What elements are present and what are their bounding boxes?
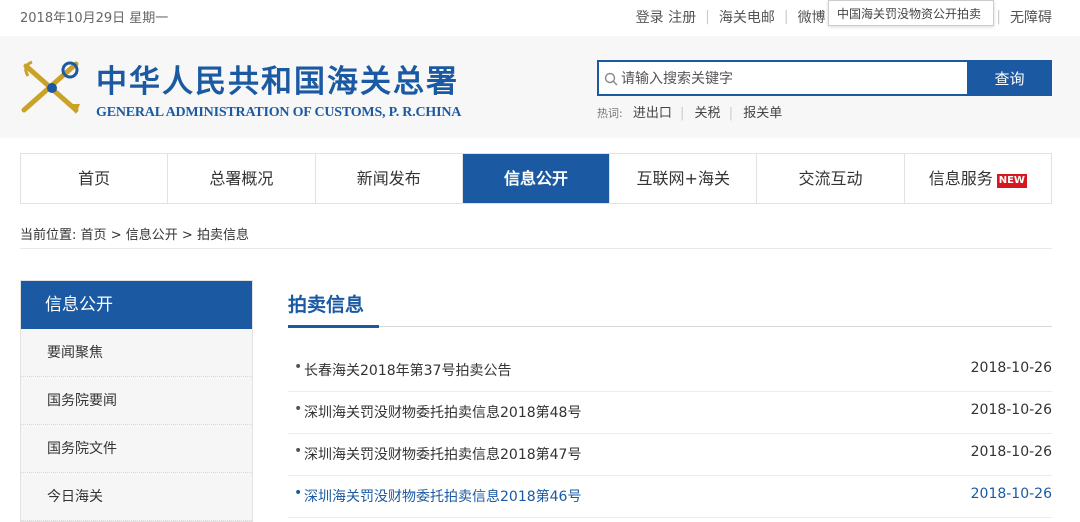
bullet: • — [294, 401, 303, 417]
breadcrumb: 当前位置: 首页 > 信息公开 > 拍卖信息 — [20, 224, 249, 243]
breadcrumb-current[interactable]: 拍卖信息 — [197, 228, 249, 243]
breadcrumb-separator: > — [110, 228, 122, 243]
new-badge: NEW — [996, 174, 1027, 188]
accessibility-link[interactable]: 无障碍 — [1010, 7, 1052, 27]
site-title-cn[interactable]: 中华人民共和国海关总署 — [96, 56, 459, 101]
breadcrumb-info-disclosure[interactable]: 信息公开 — [126, 228, 178, 243]
current-date: 2018年10月29日 星期一 — [20, 11, 169, 26]
sidebar-item-state-council-docs[interactable]: 国务院文件 — [21, 425, 252, 473]
list-item[interactable]: • 深圳海关罚没财物委托拍卖信息2018第47号 2018-10-26 — [288, 434, 1052, 476]
hot-word-tariff[interactable]: 关税 — [695, 106, 721, 121]
nav-info-disclosure[interactable]: 信息公开 — [462, 154, 611, 203]
divider: | — [728, 106, 734, 121]
bullet: • — [294, 443, 303, 459]
sidebar-item-news-focus[interactable]: 要闻聚焦 — [21, 329, 252, 377]
nav-overview[interactable]: 总署概况 — [168, 154, 316, 203]
page-title: 拍卖信息 — [288, 294, 365, 316]
search-box — [597, 60, 969, 96]
breadcrumb-home[interactable]: 首页 — [81, 228, 107, 243]
divider — [288, 326, 1052, 327]
nav-internet-customs[interactable]: 互联网+海关 — [610, 154, 758, 203]
hot-word-declaration[interactable]: 报关单 — [743, 106, 782, 121]
site-title-en: GENERAL ADMINISTRATION OF CUSTOMS, P. R.… — [96, 105, 462, 120]
main-nav: 首页 总署概况 新闻发布 信息公开 互联网+海关 交流互动 信息服务 NEW — [20, 153, 1052, 204]
sidebar-heading[interactable]: 信息公开 — [21, 281, 252, 329]
login-register-link[interactable]: 登录 注册 — [636, 7, 696, 27]
weibo-link[interactable]: 微博 — [798, 7, 826, 27]
breadcrumb-separator: > — [181, 228, 193, 243]
nav-info-service-label: 信息服务 — [928, 169, 993, 188]
top-utility-bar: 2018年10月29日 星期一 登录 注册 | 海关电邮 | 微博 | 微信 |… — [0, 0, 1080, 34]
site-header: 中华人民共和国海关总署 GENERAL ADMINISTRATION OF CU… — [0, 36, 1080, 138]
search-input[interactable] — [621, 67, 961, 91]
nav-news[interactable]: 新闻发布 — [316, 154, 463, 203]
customs-emblem-icon[interactable] — [18, 56, 86, 118]
search-bar: 查询 — [597, 60, 1052, 96]
tooltip: 中国海关罚没物资公开拍卖 — [828, 0, 994, 26]
nav-home[interactable]: 首页 — [21, 154, 169, 203]
list-item[interactable]: • 长春海关2018年第37号拍卖公告 2018-10-26 — [288, 350, 1052, 392]
divider: | — [783, 9, 789, 25]
divider — [20, 248, 1052, 249]
breadcrumb-label: 当前位置: — [20, 228, 77, 243]
divider: | — [996, 9, 1001, 25]
list-item[interactable]: • 深圳海关罚没财物委托拍卖信息2018第46号 2018-10-26 — [288, 476, 1052, 518]
sidebar-item-customs-today[interactable]: 今日海关 — [21, 473, 252, 521]
list-item-title[interactable]: 深圳海关罚没财物委托拍卖信息2018第47号 — [304, 444, 581, 464]
search-button[interactable]: 查询 — [967, 60, 1052, 96]
sidebar: 信息公开 要闻聚焦 国务院要闻 国务院文件 今日海关 — [20, 280, 253, 522]
sidebar-item-state-council-news[interactable]: 国务院要闻 — [21, 377, 252, 425]
list-item-date: 2018-10-26 — [970, 402, 1052, 418]
auction-list: • 长春海关2018年第37号拍卖公告 2018-10-26 • 深圳海关罚没财… — [288, 350, 1052, 518]
hot-words: 热词: 进出口 | 关税 | 报关单 — [597, 102, 782, 121]
nav-interaction[interactable]: 交流互动 — [757, 154, 905, 203]
list-item-title[interactable]: 长春海关2018年第37号拍卖公告 — [304, 360, 511, 380]
list-item-date: 2018-10-26 — [970, 486, 1052, 502]
bullet: • — [294, 485, 303, 501]
list-item-title[interactable]: 深圳海关罚没财物委托拍卖信息2018第48号 — [304, 402, 581, 422]
list-item-title[interactable]: 深圳海关罚没财物委托拍卖信息2018第46号 — [304, 486, 581, 506]
title-underline — [288, 325, 379, 328]
search-icon — [604, 72, 618, 86]
list-item-date: 2018-10-26 — [970, 360, 1052, 376]
divider: | — [705, 9, 710, 25]
list-item-date: 2018-10-26 — [970, 444, 1052, 460]
hot-words-label: 热词: — [597, 107, 623, 120]
customs-email-link[interactable]: 海关电邮 — [719, 7, 775, 27]
divider: | — [680, 106, 685, 121]
nav-info-service[interactable]: 信息服务 NEW — [905, 154, 1051, 203]
hot-word-import-export[interactable]: 进出口 — [633, 106, 672, 121]
list-item[interactable]: • 深圳海关罚没财物委托拍卖信息2018第48号 2018-10-26 — [288, 392, 1052, 434]
bullet: • — [294, 359, 303, 375]
